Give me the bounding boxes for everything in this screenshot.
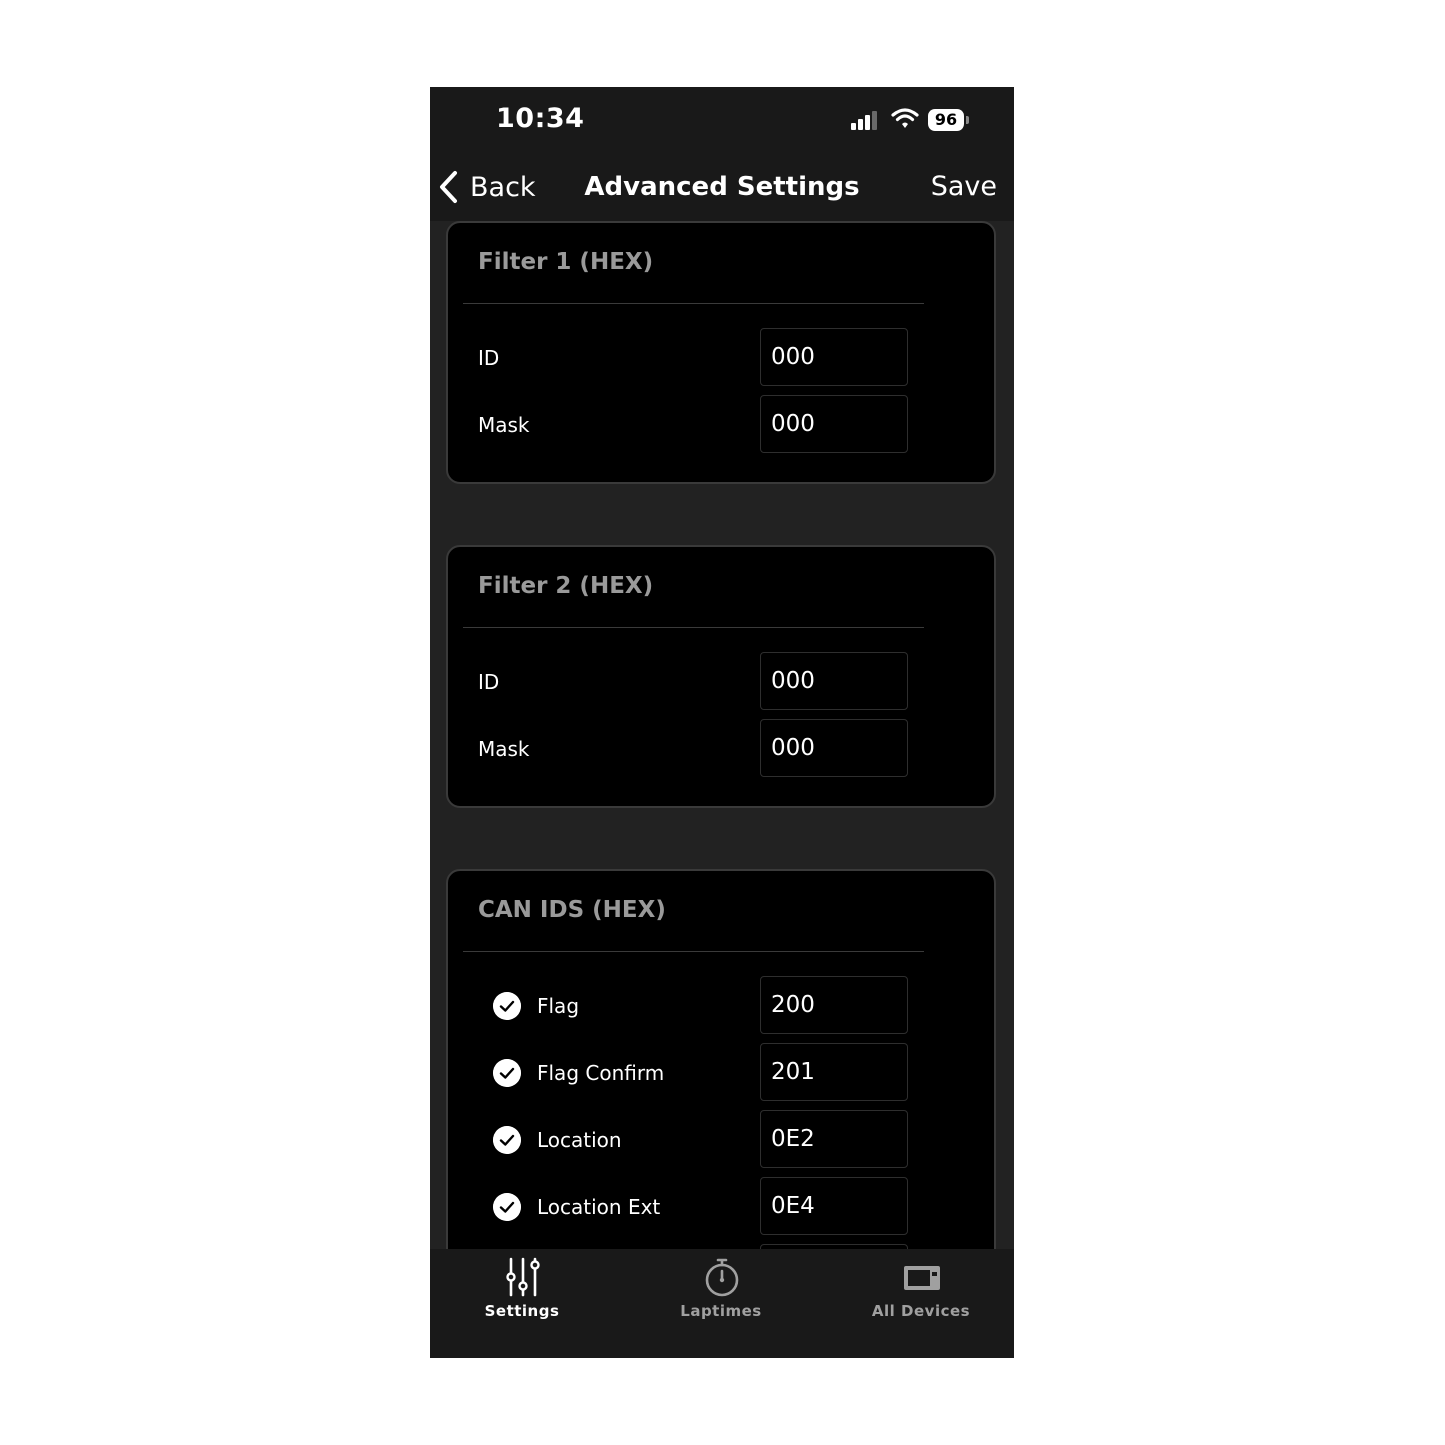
filter2-id-input[interactable]: 000 <box>760 652 908 710</box>
can-id-row-location-ext: Location Ext 0E4 <box>448 1177 994 1237</box>
sliders-icon <box>506 1257 540 1297</box>
back-label: Back <box>470 171 536 203</box>
filter2-mask-row: Mask 000 <box>448 719 994 779</box>
filter1-title: Filter 1 (HEX) <box>478 249 654 275</box>
chevron-left-icon <box>440 171 457 203</box>
cellular-signal-icon <box>851 110 881 130</box>
check-circle-icon[interactable] <box>493 992 521 1020</box>
top-bar: 10:34 96 Back Advanced Settings Save <box>430 87 1014 221</box>
can-id-input[interactable]: 0E2 <box>760 1110 908 1168</box>
can-id-row-flag-confirm: Flag Confirm 201 <box>448 1043 994 1103</box>
can-id-label: Flag <box>537 994 580 1018</box>
filter2-title: Filter 2 (HEX) <box>478 573 654 599</box>
device-icon <box>904 1266 940 1290</box>
can-id-input[interactable]: 201 <box>760 1043 908 1101</box>
filter1-mask-row: Mask 000 <box>448 395 994 455</box>
can-ids-title: CAN IDS (HEX) <box>478 897 666 923</box>
filter2-mask-label: Mask <box>478 737 530 761</box>
save-button[interactable]: Save <box>931 169 997 205</box>
battery-cap <box>966 116 969 124</box>
tab-label: Laptimes <box>680 1302 762 1320</box>
filter1-divider <box>463 303 924 304</box>
check-circle-icon[interactable] <box>493 1059 521 1087</box>
filter1-id-label: ID <box>478 346 500 370</box>
filter1-id-input[interactable]: 000 <box>760 328 908 386</box>
filter2-id-row: ID 000 <box>448 652 994 712</box>
filter2-card: Filter 2 (HEX) ID 000 Mask 000 <box>446 545 996 808</box>
filter2-divider <box>463 627 924 628</box>
tab-laptimes[interactable]: Laptimes <box>631 1249 811 1329</box>
wifi-icon <box>891 108 919 128</box>
tab-bar: Settings Laptimes All Devices <box>430 1249 1014 1358</box>
tab-all-devices[interactable]: All Devices <box>831 1249 1011 1329</box>
filter1-id-row: ID 000 <box>448 328 994 388</box>
battery-indicator: 96 <box>928 109 964 131</box>
can-ids-divider <box>463 951 924 952</box>
filter1-mask-label: Mask <box>478 413 530 437</box>
tab-label: All Devices <box>871 1302 971 1320</box>
filter1-mask-input[interactable]: 000 <box>760 395 908 453</box>
can-id-input[interactable]: 0E4 <box>760 1177 908 1235</box>
filter2-id-label: ID <box>478 670 500 694</box>
can-id-input[interactable]: 200 <box>760 976 908 1034</box>
check-circle-icon[interactable] <box>493 1193 521 1221</box>
can-id-label: Flag Confirm <box>537 1061 665 1085</box>
status-time: 10:34 <box>496 103 585 134</box>
tab-settings[interactable]: Settings <box>432 1249 612 1329</box>
tab-label: Settings <box>484 1302 560 1320</box>
can-id-label: Location Ext <box>537 1195 661 1219</box>
phone-screen: 10:34 96 Back Advanced Settings Save Fil… <box>430 87 1014 1358</box>
stopwatch-icon <box>705 1258 739 1297</box>
can-id-label: Location <box>537 1128 622 1152</box>
filter2-mask-input[interactable]: 000 <box>760 719 908 777</box>
filter1-card: Filter 1 (HEX) ID 000 Mask 000 <box>446 221 996 484</box>
can-id-row-flag: Flag 200 <box>448 976 994 1036</box>
check-circle-icon[interactable] <box>493 1126 521 1154</box>
back-button[interactable]: Back <box>438 169 536 205</box>
can-id-row-location: Location 0E2 <box>448 1110 994 1170</box>
